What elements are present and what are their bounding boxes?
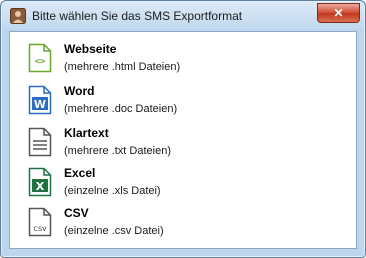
app-icon: [10, 8, 26, 24]
title-bar[interactable]: Bitte wählen Sie das SMS Exportformat ✕: [2, 2, 364, 29]
svg-text:X: X: [36, 180, 45, 193]
option-excel[interactable]: X Excel (einzelne .xls Datei): [28, 166, 328, 202]
close-button[interactable]: ✕: [317, 3, 360, 23]
option-subtitle: (mehrere .doc Dateien): [64, 103, 178, 115]
option-title: Webseite: [64, 42, 117, 56]
option-title: Klartext: [64, 126, 109, 140]
svg-text:CSV: CSV: [33, 225, 47, 233]
option-subtitle: (einzelne .xls Datei): [64, 185, 161, 197]
option-klartext[interactable]: Klartext (mehrere .txt Dateien): [28, 126, 328, 162]
option-title: Word: [64, 84, 95, 98]
close-icon: ✕: [333, 6, 344, 20]
option-subtitle: (mehrere .txt Dateien): [64, 145, 171, 157]
options-panel: <> Webseite (mehrere .html Dateien) W Wo…: [9, 31, 357, 249]
text-file-icon: [28, 127, 52, 157]
svg-text:W: W: [34, 98, 46, 111]
word-file-icon: W: [28, 85, 52, 115]
svg-text:<>: <>: [35, 57, 46, 67]
html-file-icon: <>: [28, 43, 52, 73]
dialog-window: Bitte wählen Sie das SMS Exportformat ✕ …: [0, 0, 366, 258]
excel-file-icon: X: [28, 167, 52, 197]
option-webseite[interactable]: <> Webseite (mehrere .html Dateien): [28, 42, 328, 78]
option-subtitle: (einzelne .csv Datei): [64, 225, 164, 237]
window-title: Bitte wählen Sie das SMS Exportformat: [32, 9, 243, 23]
option-word[interactable]: W Word (mehrere .doc Dateien): [28, 84, 328, 120]
option-subtitle: (mehrere .html Dateien): [64, 61, 181, 73]
option-title: Excel: [64, 166, 96, 180]
option-csv[interactable]: CSV CSV (einzelne .csv Datei): [28, 206, 328, 242]
csv-file-icon: CSV: [28, 207, 52, 237]
option-title: CSV: [64, 206, 89, 220]
